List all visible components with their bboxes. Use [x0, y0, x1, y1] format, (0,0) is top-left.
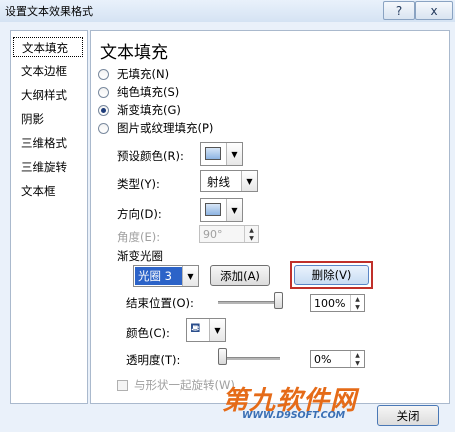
sidebar-item-label: 大纲样式 — [21, 88, 67, 102]
preset-colors-dropdown[interactable]: ▼ — [200, 142, 243, 166]
spin-down-icon: ▼ — [350, 359, 364, 367]
delete-stop-button[interactable]: 删除(V) — [294, 265, 369, 285]
radio-gradient-fill[interactable] — [98, 105, 109, 116]
add-stop-button[interactable]: 添加(A) — [210, 265, 270, 286]
rotate-with-shape-checkbox[interactable] — [117, 380, 128, 391]
end-position-slider-track[interactable] — [218, 301, 278, 304]
gradient-stop-dropdown[interactable]: 光圈 3 ▼ — [133, 265, 199, 287]
gradient-stop-value: 光圈 3 — [135, 267, 183, 285]
category-sidebar: 文本填充 文本边框 大纲样式 阴影 三维格式 三维旋转 文本框 — [10, 30, 88, 404]
color-dropdown[interactable]: ⛾ ▼ — [186, 318, 226, 342]
spin-down-icon: ▼ — [350, 303, 364, 311]
close-window-button[interactable]: x — [415, 1, 453, 20]
chevron-down-icon: ▼ — [209, 319, 225, 341]
radio-solid-fill[interactable] — [98, 87, 109, 98]
sidebar-item-3d-rotation[interactable]: 三维旋转 — [13, 157, 83, 177]
spin-up-icon: ▲ — [350, 351, 364, 359]
watermark-url: WWW.D9SOFT.COM — [242, 410, 346, 421]
angle-label: 角度(E): — [117, 230, 161, 244]
section-heading: 文本填充 — [100, 43, 168, 63]
spin-up-icon: ▲ — [244, 226, 258, 234]
sidebar-item-label: 文本填充 — [22, 41, 68, 55]
gradient-swatch-icon — [205, 203, 221, 216]
sidebar-item-label: 阴影 — [21, 112, 44, 126]
close-icon: x — [430, 3, 438, 18]
gradient-swatch-icon — [205, 147, 221, 160]
close-button[interactable]: 关闭 — [377, 405, 439, 426]
radio-no-fill[interactable] — [98, 69, 109, 80]
end-position-label: 结束位置(O): — [126, 296, 194, 310]
chevron-down-icon: ▼ — [241, 171, 257, 191]
radio-label: 图片或纹理填充(P) — [117, 121, 214, 135]
sidebar-item-label: 三维格式 — [21, 136, 67, 150]
delete-stop-label: 删除(V) — [311, 268, 352, 282]
direction-label: 方向(D): — [117, 207, 162, 221]
spin-down-icon: ▼ — [244, 234, 258, 242]
type-dropdown[interactable]: 射线 ▼ — [200, 170, 258, 192]
sidebar-item-label: 文本框 — [21, 184, 56, 198]
sidebar-item-shadow[interactable]: 阴影 — [13, 109, 83, 129]
color-label: 颜色(C): — [126, 326, 170, 340]
add-stop-label: 添加(A) — [220, 268, 260, 283]
help-button[interactable]: ? — [383, 1, 415, 20]
sidebar-item-label: 文本边框 — [21, 64, 67, 78]
sidebar-item-3d-format[interactable]: 三维格式 — [13, 133, 83, 153]
radio-label: 纯色填充(S) — [117, 85, 180, 99]
spin-up-icon: ▲ — [350, 295, 364, 303]
close-button-label: 关闭 — [396, 408, 420, 423]
radio-label: 无填充(N) — [117, 67, 170, 81]
preset-colors-label: 预设颜色(R): — [117, 149, 184, 163]
radio-picture-fill[interactable] — [98, 123, 109, 134]
end-position-slider-thumb[interactable] — [274, 292, 283, 309]
title-bar: 设置文本效果格式 ? x — [0, 0, 455, 22]
transparency-label: 透明度(T): — [126, 353, 181, 367]
chevron-down-icon: ▼ — [182, 266, 198, 286]
transparency-value: 0% — [314, 353, 332, 366]
radio-label: 渐变填充(G) — [117, 103, 181, 117]
angle-value: 90° — [203, 228, 223, 241]
type-value: 射线 — [207, 175, 230, 189]
paint-bucket-icon: ⛾ — [190, 321, 201, 336]
sidebar-item-outline-style[interactable]: 大纲样式 — [13, 85, 83, 105]
sidebar-item-label: 三维旋转 — [21, 160, 67, 174]
window-title: 设置文本效果格式 — [5, 5, 93, 18]
rotate-with-shape-label: 与形状一起旋转(W) — [134, 378, 235, 392]
chevron-down-icon: ▼ — [226, 143, 242, 165]
end-position-spinner[interactable]: 100% ▲ ▼ — [310, 294, 365, 312]
sidebar-item-text-fill[interactable]: 文本填充 — [13, 37, 83, 57]
transparency-slider-thumb[interactable] — [218, 348, 227, 365]
chevron-down-icon: ▼ — [226, 199, 242, 221]
end-position-value: 100% — [314, 297, 346, 310]
type-label: 类型(Y): — [117, 177, 160, 191]
help-icon: ? — [395, 3, 403, 18]
gradient-stops-label: 渐变光圈 — [117, 249, 163, 263]
angle-spinner[interactable]: 90° ▲ ▼ — [199, 225, 259, 243]
direction-dropdown[interactable]: ▼ — [200, 198, 243, 222]
transparency-spinner[interactable]: 0% ▲ ▼ — [310, 350, 365, 368]
sidebar-item-text-box[interactable]: 文本框 — [13, 181, 83, 201]
transparency-slider-track[interactable] — [218, 357, 280, 360]
sidebar-item-text-outline[interactable]: 文本边框 — [13, 61, 83, 81]
